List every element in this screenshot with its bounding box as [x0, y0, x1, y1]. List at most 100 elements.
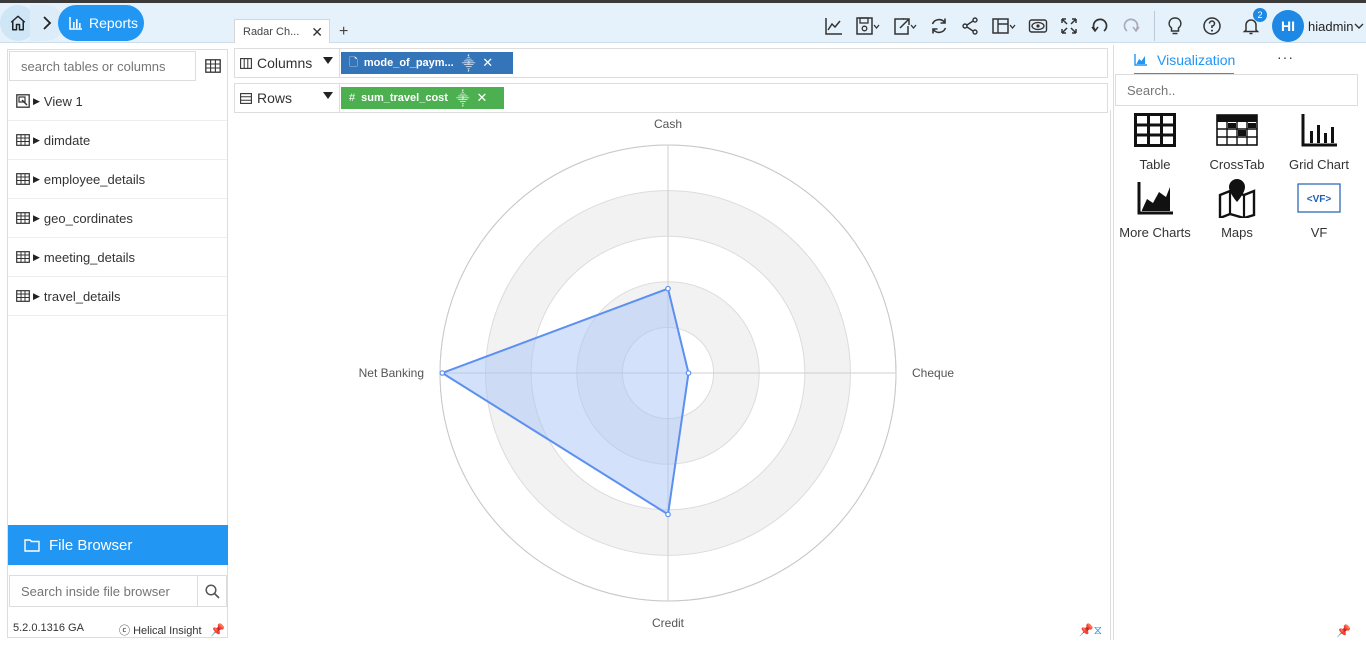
- tree-item-label: View 1: [43, 93, 83, 109]
- columns-icon: [240, 57, 252, 69]
- tips-button[interactable]: [1161, 12, 1189, 40]
- rows-shelf: Rows # sum_travel_cost ⸎ ✕: [234, 83, 1108, 113]
- remove-field-icon[interactable]: ✕: [477, 90, 488, 106]
- viz-option-more-charts[interactable]: More Charts: [1114, 179, 1196, 241]
- tree-item-view[interactable]: ▶ View 1: [8, 82, 227, 121]
- more-options-icon[interactable]: ···: [1277, 49, 1294, 65]
- avatar[interactable]: HI: [1272, 10, 1304, 42]
- viz-option-label: CrossTab: [1209, 157, 1265, 172]
- viz-option-table[interactable]: Table: [1114, 111, 1196, 173]
- table-icon: [16, 290, 30, 302]
- tree-item-table[interactable]: ▶ dimdate: [8, 121, 227, 160]
- help-button[interactable]: [1198, 12, 1226, 40]
- visualization-search-input[interactable]: [1115, 74, 1358, 106]
- notification-badge: 2: [1253, 8, 1267, 22]
- share-icon: [962, 17, 978, 35]
- remove-field-icon[interactable]: ✕: [482, 55, 493, 71]
- vf-icon: <VF>: [1297, 183, 1341, 213]
- row-field-pill[interactable]: # sum_travel_cost ⸎ ✕: [341, 87, 504, 109]
- chart-view-button[interactable]: [820, 12, 848, 40]
- export-button[interactable]: [888, 12, 922, 40]
- share-button[interactable]: [956, 12, 984, 40]
- tree-item-table[interactable]: ▶ travel_details: [8, 277, 227, 316]
- tab-radar-chart[interactable]: Radar Ch... ✕: [234, 19, 330, 43]
- chevron-down-icon[interactable]: [1354, 22, 1364, 30]
- tree-item-table[interactable]: ▶ geo_cordinates: [8, 199, 227, 238]
- pin-icon[interactable]: 📌: [1336, 624, 1351, 638]
- file-browser-button[interactable]: File Browser: [8, 525, 228, 565]
- tree-item-table[interactable]: ▶ employee_details: [8, 160, 227, 199]
- rows-label: Rows: [257, 90, 293, 106]
- notifications-button[interactable]: 2: [1237, 8, 1267, 40]
- tree-item-label: dimdate: [43, 132, 91, 148]
- numeric-field-icon: #: [349, 92, 356, 104]
- column-field-pill[interactable]: 🗋 mode_of_paym... ⸎ ✕: [341, 52, 513, 74]
- radar-chart: Cash Cheque Credit Net Banking: [359, 117, 955, 630]
- brand-name: Helical Insight: [133, 625, 202, 637]
- grid-icon: [204, 59, 221, 73]
- version-label: 5.2.0.1316 GA: [13, 622, 84, 634]
- rows-icon: [240, 92, 252, 104]
- grid-chart-icon: [1301, 114, 1337, 147]
- columns-dropdown[interactable]: Columns: [235, 49, 340, 77]
- search-tables-input[interactable]: [9, 51, 196, 81]
- svg-text:<VF>: <VF>: [1307, 194, 1332, 205]
- redo-button[interactable]: [1117, 12, 1145, 40]
- viz-option-label: Maps: [1221, 225, 1253, 240]
- radar-data-point: [685, 370, 692, 376]
- help-icon: [1203, 17, 1221, 35]
- tree-item-table[interactable]: ▶ meeting_details: [8, 238, 227, 277]
- file-browser-search-input[interactable]: [9, 575, 198, 607]
- export-icon: [894, 18, 917, 35]
- undo-button[interactable]: [1086, 12, 1114, 40]
- caret-down-icon: [323, 92, 333, 99]
- viz-option-label: Table: [1139, 157, 1171, 172]
- toolbar-divider: [1154, 11, 1155, 41]
- expand-icon: [1061, 18, 1077, 34]
- viz-option-crosstab[interactable]: CrossTab: [1196, 111, 1278, 173]
- table-tree: ▶ View 1 ▶ dimdate ▶ employee_details ▶ …: [8, 82, 227, 316]
- viz-option-grid-chart[interactable]: Grid Chart: [1278, 111, 1360, 173]
- field-settings-icon[interactable]: ⸎: [462, 54, 476, 72]
- layout-button[interactable]: [987, 12, 1021, 40]
- fullscreen-button[interactable]: [1055, 12, 1083, 40]
- file-browser-label: File Browser: [49, 536, 133, 554]
- chevron-right-icon: [43, 16, 52, 30]
- expand-triangle-icon[interactable]: ▶: [33, 291, 40, 302]
- tab-visualization[interactable]: Visualization: [1134, 52, 1235, 68]
- table-icon: [16, 251, 30, 263]
- pin-icon[interactable]: 📌⧖: [1079, 623, 1102, 638]
- field-settings-icon[interactable]: ⸎: [456, 89, 470, 107]
- user-menu[interactable]: hiadmin: [1308, 19, 1354, 34]
- tree-item-label: employee_details: [43, 171, 146, 187]
- add-tab-button[interactable]: +: [339, 23, 348, 41]
- radar-data-point: [665, 285, 671, 292]
- viz-option-label: Grid Chart: [1289, 157, 1349, 172]
- reports-breadcrumb[interactable]: Reports: [58, 5, 144, 41]
- expand-triangle-icon[interactable]: ▶: [33, 135, 40, 146]
- tree-item-label: geo_cordinates: [43, 210, 133, 226]
- area-chart-icon: [1134, 54, 1147, 66]
- expand-triangle-icon[interactable]: ▶: [33, 174, 40, 185]
- viz-option-vf[interactable]: <VF> VF: [1278, 179, 1360, 241]
- expand-triangle-icon[interactable]: ▶: [33, 252, 40, 263]
- viz-option-label: VF: [1310, 225, 1328, 240]
- view-icon: [16, 94, 30, 108]
- preview-button[interactable]: [1024, 12, 1052, 40]
- table-view-toggle[interactable]: [198, 51, 227, 81]
- toolbar: 2 HI hiadmin: [820, 6, 1364, 46]
- close-tab-icon[interactable]: ✕: [311, 24, 323, 41]
- reports-label: Reports: [89, 15, 139, 31]
- file-search-button[interactable]: [198, 575, 227, 607]
- pin-icon[interactable]: 📌: [210, 623, 225, 637]
- tree-item-label: meeting_details: [43, 249, 135, 265]
- expand-triangle-icon[interactable]: ▶: [33, 96, 40, 107]
- refresh-button[interactable]: [925, 12, 953, 40]
- viz-option-maps[interactable]: Maps: [1196, 179, 1278, 241]
- save-button[interactable]: [851, 12, 885, 40]
- more-charts-icon: [1137, 182, 1173, 215]
- radar-data-point: [439, 370, 446, 376]
- rows-dropdown[interactable]: Rows: [235, 84, 340, 112]
- search-icon: [204, 583, 220, 599]
- expand-triangle-icon[interactable]: ▶: [33, 213, 40, 224]
